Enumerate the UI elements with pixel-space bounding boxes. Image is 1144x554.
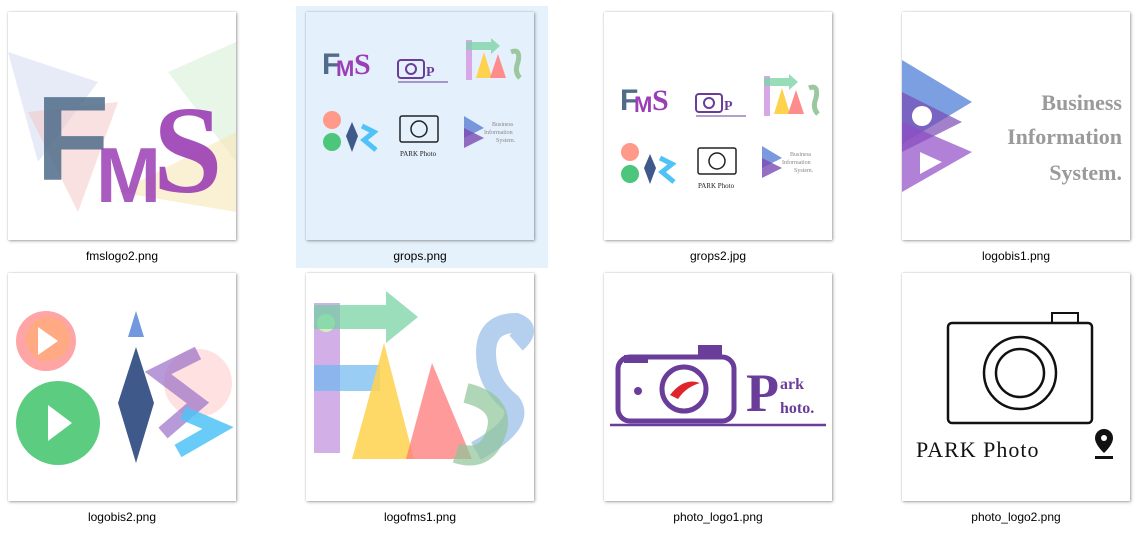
fms-letter-m: M	[96, 131, 161, 219]
fms-colorful-logo-image	[314, 291, 534, 466]
file-item-logobis2[interactable]: logobis2.png	[0, 261, 296, 524]
thumbnail-logobis1[interactable]: Business Information System.	[902, 12, 1130, 240]
thumbnail-logofms1[interactable]	[306, 273, 534, 501]
file-item-logobis1[interactable]: Business Information System. logobis1.pn…	[892, 0, 1144, 263]
file-item-photo-logo2[interactable]: PARK Photo photo_logo2.png	[892, 261, 1144, 524]
system-text: System.	[1049, 160, 1122, 185]
park-photo-sketch-logo-image: PARK Photo	[916, 312, 1113, 462]
file-item-fmslogo2[interactable]: F M S fmslogo2.png	[0, 0, 296, 263]
file-item-grops2[interactable]: F M S P PARK Photo Business Information …	[594, 0, 892, 263]
fms-letter-s: S	[153, 82, 223, 220]
svg-text:System.: System.	[496, 138, 516, 144]
svg-text:System.: System.	[794, 168, 814, 174]
svg-text:S: S	[354, 48, 371, 81]
file-name[interactable]: photo_logo1.png	[594, 510, 842, 524]
svg-text:P: P	[746, 363, 779, 423]
business-logo-image: Business Information System.	[902, 60, 1122, 192]
grops2-collage-image: F M S P PARK Photo Business Information …	[620, 74, 820, 190]
bis-logo-image	[16, 311, 234, 465]
thumbnail-fmslogo2[interactable]: F M S	[8, 12, 236, 240]
svg-text:S: S	[652, 84, 669, 117]
file-item-grops[interactable]: F M S P PARK Photo Business Information …	[296, 6, 548, 268]
thumbnail-photo-logo1[interactable]: P ark hoto.	[604, 273, 832, 501]
svg-text:M: M	[634, 92, 652, 117]
file-name[interactable]: logofms1.png	[296, 510, 544, 524]
thumbnail-grops2[interactable]: F M S P PARK Photo Business Information …	[604, 12, 832, 240]
svg-text:Business: Business	[492, 122, 514, 128]
svg-text:Business: Business	[790, 152, 812, 158]
ark-text: ark	[780, 376, 804, 393]
svg-text:PARK Photo: PARK Photo	[698, 182, 735, 190]
park-photo-logo-image: P ark hoto.	[610, 345, 826, 427]
svg-text:P: P	[724, 99, 733, 114]
park-photo-text: PARK Photo	[916, 437, 1040, 462]
svg-text:Information: Information	[782, 159, 811, 166]
svg-text:M: M	[336, 56, 354, 81]
svg-text:Information: Information	[484, 129, 513, 136]
hoto-text: hoto.	[780, 400, 814, 417]
grops-collage-image: F M S P PARK Photo Business Information …	[322, 38, 522, 158]
file-name[interactable]: photo_logo2.png	[892, 510, 1140, 524]
thumbnail-grops[interactable]: F M S P PARK Photo Business Information …	[306, 12, 534, 240]
location-pin-icon	[1095, 429, 1113, 459]
grops-park-photo: PARK Photo	[400, 150, 437, 158]
information-text: Information	[1007, 124, 1122, 149]
file-item-photo-logo1[interactable]: P ark hoto. photo_logo1.png	[594, 261, 892, 524]
fms-logo-image: F M S	[8, 42, 236, 220]
file-name[interactable]: logobis2.png	[0, 510, 246, 524]
thumbnail-photo-logo2[interactable]: PARK Photo	[902, 273, 1130, 501]
file-item-logofms1[interactable]: logofms1.png	[296, 261, 594, 524]
svg-text:P: P	[426, 65, 435, 80]
thumbnail-logobis2[interactable]	[8, 273, 236, 501]
business-text: Business	[1041, 90, 1122, 115]
